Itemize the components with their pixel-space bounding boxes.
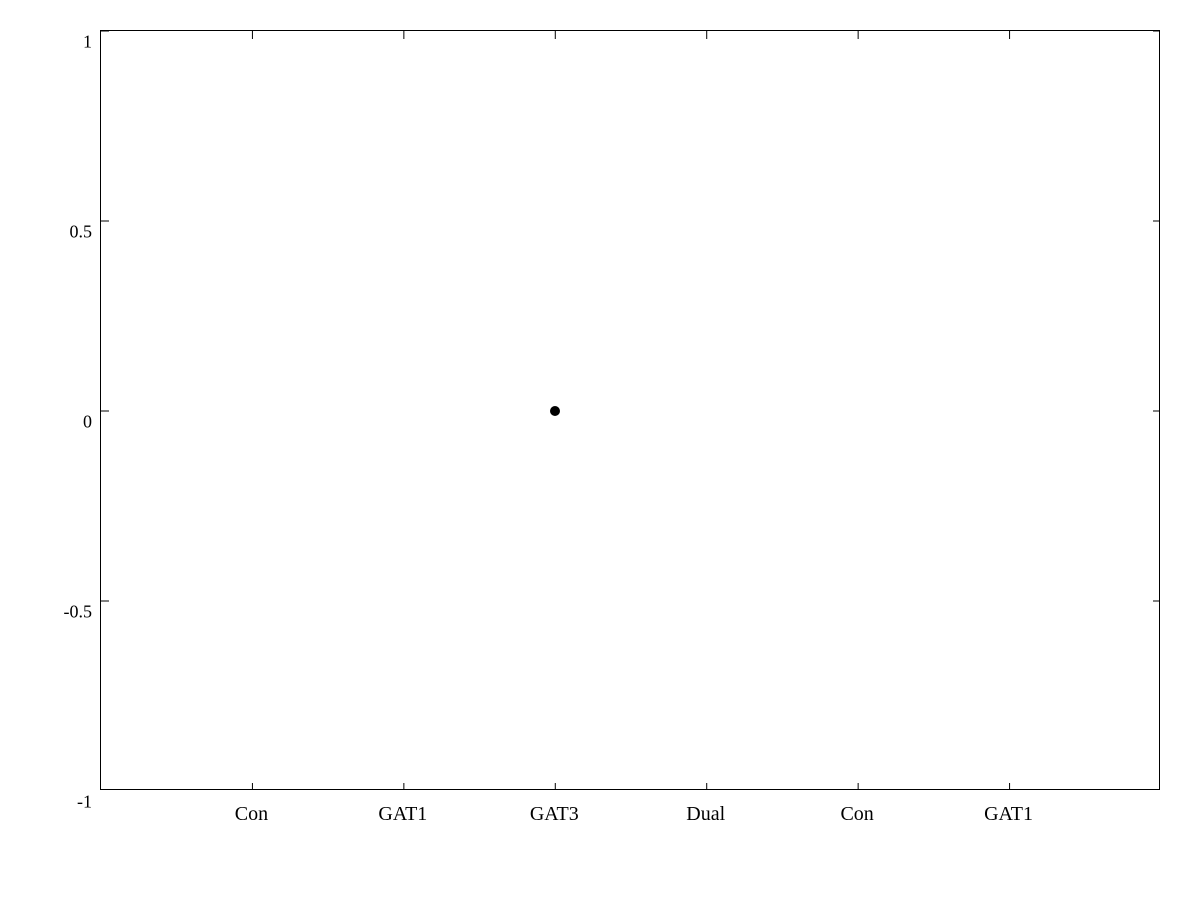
chart-ticks (101, 31, 1159, 789)
chart-container: 1 0.5 0 -0.5 -1 Con GAT1 GAT3 Dual Con GAT1 (0, 0, 1200, 900)
y-tick-label--1: -1 (77, 792, 92, 813)
y-axis-label (10, 30, 50, 790)
y-tick-label-0.5: 0.5 (70, 222, 93, 243)
x-tick-label-4: Con (840, 803, 873, 826)
y-tick-label-1: 1 (83, 32, 92, 53)
x-axis-labels: Con GAT1 GAT3 Dual Con GAT1 (100, 795, 1160, 855)
y-tick-label-0: 0 (83, 412, 92, 433)
x-tick-label-3: Dual (686, 803, 725, 826)
x-tick-label-0: Con (235, 803, 268, 826)
x-tick-label-1: GAT1 (378, 803, 427, 826)
data-point-gat3 (550, 406, 560, 416)
x-tick-label-5: GAT1 (984, 803, 1033, 826)
y-tick-label--0.5: -0.5 (64, 602, 93, 623)
y-tick-labels: 10.50-0.5-1 (55, 30, 100, 790)
x-tick-label-2: GAT3 (530, 803, 579, 826)
chart-area (100, 30, 1160, 790)
